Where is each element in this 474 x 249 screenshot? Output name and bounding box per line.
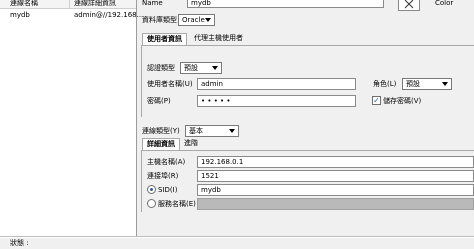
username-label: 使用者名稱(U) <box>147 80 193 88</box>
list-header: 連線名稱 連線詳細資訊 <box>0 0 136 9</box>
sid-label: SID(I) <box>158 186 178 194</box>
role-select[interactable]: 預設 <box>402 78 452 90</box>
tab-advanced[interactable]: 進階 <box>180 138 202 150</box>
chevron-down-icon <box>212 66 218 70</box>
db-type-select[interactable]: Oracle <box>178 14 215 26</box>
service-name-radio[interactable] <box>147 199 156 208</box>
list-item-detail: admin@//192.168... <box>74 11 144 19</box>
sid-field[interactable]: mydb <box>197 184 474 196</box>
service-name-field[interactable] <box>197 198 474 210</box>
column-divider[interactable] <box>69 0 70 9</box>
auth-type-select[interactable]: 預設 <box>180 62 222 74</box>
db-type-label: 資料庫類型 <box>142 16 177 24</box>
db-type-value: Oracle <box>182 16 205 24</box>
connection-type-value: 基本 <box>189 127 203 135</box>
username-field[interactable]: admin <box>197 78 356 90</box>
color-label: Color <box>435 0 454 7</box>
list-item-name: mydb <box>10 11 30 19</box>
connection-list-panel: 連線名稱 連線詳細資訊 mydb admin@//192.168... <box>0 0 143 236</box>
radio-selected-dot <box>150 188 153 191</box>
status-label: 狀態 : <box>10 239 29 247</box>
column-header-name[interactable]: 連線名稱 <box>10 0 38 8</box>
tab-user-info[interactable]: 使用者資訊 <box>142 33 187 45</box>
color-picker-button[interactable] <box>398 0 420 11</box>
tab-details[interactable]: 詳細資訊 <box>142 138 180 150</box>
connection-type-select[interactable]: 基本 <box>185 125 239 137</box>
chevron-down-icon <box>442 82 448 86</box>
host-label: 主機名稱(A) <box>147 158 186 166</box>
port-label: 連接埠(R) <box>147 172 179 180</box>
password-label: 密碼(P) <box>147 97 171 105</box>
tab-proxy-user[interactable]: 代理主機使用者 <box>190 33 247 45</box>
color-swatch-icon <box>404 0 414 9</box>
connection-name-field[interactable]: mydb <box>187 0 384 8</box>
status-separator <box>0 236 474 238</box>
sid-radio[interactable] <box>147 185 156 194</box>
save-password-checkbox[interactable]: ✓ <box>372 96 381 105</box>
list-item[interactable]: mydb admin@//192.168... <box>0 10 143 20</box>
auth-type-value: 預設 <box>184 64 198 72</box>
auth-type-label: 認證類型 <box>147 64 175 72</box>
connection-type-label: 連線類型(Y) <box>142 127 180 135</box>
column-header-detail[interactable]: 連線詳細資訊 <box>74 0 116 8</box>
role-label: 角色(L) <box>373 80 397 88</box>
name-label: Name <box>142 0 163 7</box>
save-password-label: 儲存密碼(V) <box>383 97 422 105</box>
port-field[interactable]: 1521 <box>197 170 474 182</box>
host-field[interactable]: 192.168.0.1 <box>197 156 474 168</box>
role-value: 預設 <box>406 80 420 88</box>
password-field[interactable]: • • • • • <box>197 95 356 107</box>
chevron-down-icon <box>205 18 211 22</box>
service-name-label: 服務名稱(E) <box>158 200 196 208</box>
chevron-down-icon <box>229 129 235 133</box>
